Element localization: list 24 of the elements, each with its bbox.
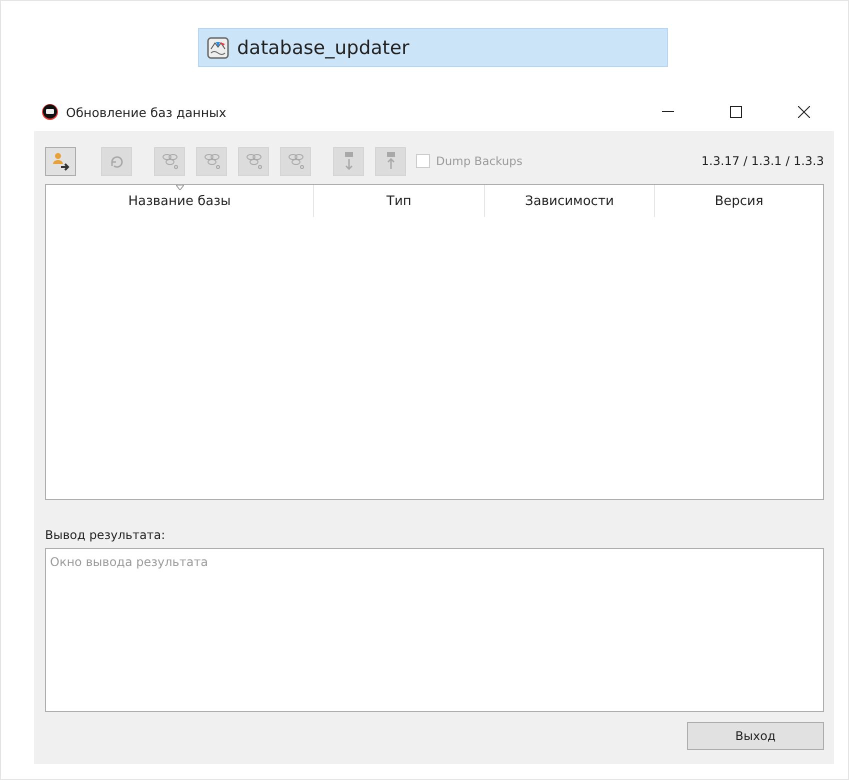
user-arrow-icon [50,151,70,171]
taskbar-item[interactable]: database_updater [198,28,668,67]
app-icon [42,104,58,120]
refresh-icon [108,153,124,169]
database-icon [202,151,222,171]
column-header[interactable]: Зависимости [485,185,655,217]
exit-button[interactable]: Выход [687,722,824,750]
app-icon [207,36,229,58]
version-label: 1.3.17 / 1.3.1 / 1.3.3 [701,154,824,168]
database-icon [286,151,306,171]
column-header[interactable]: Версия [655,185,823,217]
down-arrow-icon [342,151,354,171]
database-icon [244,151,264,171]
taskbar-title: database_updater [237,36,410,58]
window-title: Обновление баз данных [66,104,228,120]
sort-icon [176,185,184,190]
output-field[interactable]: Окно вывода результата [45,548,824,712]
checkbox-label: Dump Backups [436,154,522,168]
database-icon [160,151,180,171]
up-arrow-icon [384,151,396,171]
output-label: Вывод результата: [45,528,166,542]
column-header[interactable]: Тип [314,185,485,217]
toolbar-button[interactable] [45,146,76,176]
column-header[interactable]: Название базы [46,185,314,217]
